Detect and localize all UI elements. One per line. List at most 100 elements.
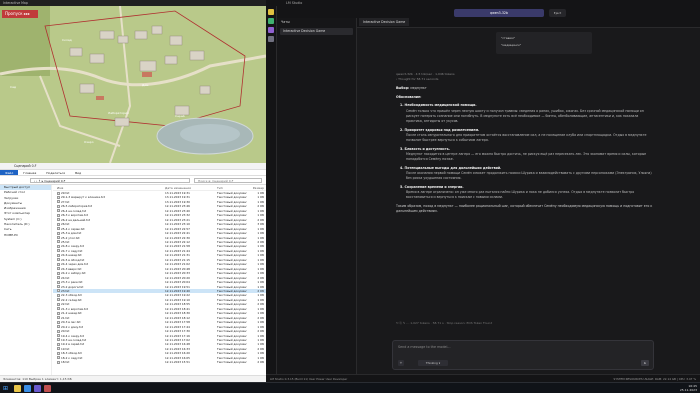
point-text: Медпункт находится в центре лагеря — его… — [406, 151, 647, 162]
point-text: Семён только что пришёл через лесную шах… — [406, 108, 644, 123]
lm-app-title: LM Studio — [286, 1, 303, 5]
code-line: "медицинск" — [501, 43, 522, 47]
eject-button[interactable]: Eject — [549, 9, 566, 17]
text-file-icon — [57, 293, 60, 297]
address-bar[interactable]: ‹ › ↑ ▸ Сценарий 0.F — [30, 178, 190, 183]
explorer-title: Сценарий 0.F — [0, 163, 266, 170]
file-name-text: 18-3 обход.txt — [61, 351, 82, 356]
text-file-icon — [57, 307, 60, 311]
column-type[interactable]: Тип — [217, 185, 247, 190]
explorer-status: Элементов: 110 Выбран 1 элемент: 1,15 КБ — [0, 375, 266, 382]
navigation-pane: Быстрый доступ Рабочий стол Загрузки Док… — [0, 185, 52, 375]
text-file-icon — [57, 285, 60, 289]
text-file-icon — [57, 311, 60, 315]
ribbon-tab-view[interactable]: Вид — [70, 170, 86, 175]
skip-banner[interactable]: Пропуск ▸▸▸ — [2, 10, 38, 18]
text-file-icon — [57, 280, 60, 284]
models-icon[interactable] — [268, 27, 274, 33]
file-name-text: 26.txt — [61, 222, 70, 227]
text-file-icon — [57, 195, 60, 199]
text-file-icon — [57, 267, 60, 271]
text-file-icon — [57, 329, 60, 333]
ribbon-tab-share[interactable]: Поделиться — [41, 170, 70, 175]
file-name-text: 25-4 к сараю.txt — [61, 226, 85, 231]
model-selector[interactable]: qwen3-32b — [454, 9, 544, 17]
message-actions[interactable]: ↻ ⎘ ✎ ⋯ 1,027 tokens · 58.71 s · Stop re… — [396, 321, 492, 325]
browser-icon[interactable] — [24, 385, 31, 392]
lm-studio-window: LM Studio Чаты Interactive Decision Game… — [266, 0, 700, 382]
send-button[interactable]: ➤ — [641, 360, 649, 366]
map-label-2: Лаборатория — [108, 111, 129, 115]
file-name-text: 29-1-3 маршрут к клинике.txt — [61, 195, 105, 200]
file-name-text: 19-3 на склад.txt — [61, 337, 87, 342]
lm-status-bar: LM Studio 0.3.15 (Build 11) User Power U… — [266, 374, 700, 382]
text-file-icon — [57, 218, 60, 222]
column-name[interactable]: Имя — [53, 185, 165, 190]
file-name-text: 24.txt — [61, 275, 70, 280]
column-date[interactable]: Дата изменения — [165, 185, 217, 190]
game-map[interactable]: Озеро Лаборатория Склад Дом Сарай Сад — [0, 6, 266, 163]
column-size[interactable]: Размер — [247, 185, 266, 190]
ribbon-tab-home[interactable]: Главная — [18, 170, 41, 175]
file-name-text: 24-5 в обход.txt — [61, 257, 85, 262]
clock-date: 25.11.2023 — [679, 388, 697, 393]
text-file-icon — [57, 209, 60, 213]
file-name-text: 26-3 к воротам.txt — [61, 213, 88, 218]
text-file-icon — [57, 244, 60, 248]
file-name-text: 18-2 к саду.txt — [61, 355, 83, 360]
developer-icon[interactable] — [268, 18, 274, 24]
ribbon-tab-file[interactable]: Файл — [0, 170, 19, 175]
tab-chat[interactable]: Interactive Decision Game — [359, 18, 409, 26]
map-label-6: Сад — [10, 85, 16, 89]
attach-button[interactable]: + — [398, 360, 404, 366]
file-name-text: 23-3 к реке.txt — [61, 280, 83, 285]
text-file-icon — [57, 240, 60, 244]
start-icon[interactable]: ⊞ — [2, 385, 9, 392]
file-name-text: 24-2 к забору.txt — [61, 271, 86, 276]
text-file-icon — [57, 298, 60, 302]
file-name: 18.txt — [53, 360, 165, 364]
input-placeholder[interactable]: Send a message to the model... — [398, 345, 451, 349]
address-row: ‹ › ↑ ▸ Сценарий 0.F Поиск в: Сценарий 0… — [0, 176, 266, 185]
tab-bar: Interactive Decision Game — [357, 18, 700, 26]
search-input[interactable]: Поиск в: Сценарий 0.F — [194, 178, 262, 183]
file-row[interactable]: 18.txt 12.11.2023 15:51 Текстовый документ… — [53, 360, 266, 364]
text-file-icon — [57, 200, 60, 204]
text-file-icon — [57, 302, 60, 306]
map-label-1: Озеро — [84, 140, 94, 144]
chat-list: Чаты Interactive Decision Game — [277, 18, 357, 382]
chat-input[interactable]: Send a message to the model... + Thinkin… — [392, 340, 654, 370]
text-file-icon — [57, 222, 60, 226]
folder-icon[interactable] — [14, 385, 21, 392]
map-window: Interactive Map Озеро Лаборатория Склад … — [0, 0, 266, 163]
code-block: "ставим" "медицинск" — [496, 32, 592, 54]
file-name-text: 20.txt — [61, 329, 70, 334]
text-file-icon — [57, 338, 60, 342]
file-name-text: 24-6 назад.txt — [61, 253, 82, 258]
file-name-text: 21.txt — [61, 315, 70, 320]
lm-studio-icon[interactable] — [34, 385, 41, 392]
text-file-icon — [57, 325, 60, 329]
taskbar: ⊞ 16:45 25.11.2023 — [0, 382, 700, 393]
game-icon[interactable] — [44, 385, 51, 392]
map-label-4: Дом — [142, 83, 148, 87]
chat-icon[interactable] — [268, 9, 274, 15]
file-name-text: 18.txt — [61, 360, 70, 365]
nav-item[interactable]: HOME-PC — [0, 233, 51, 238]
code-line: "ставим" — [501, 36, 515, 40]
thinking-toggle[interactable]: Thinking ▾ — [418, 360, 448, 366]
text-file-icon — [57, 253, 60, 257]
text-file-icon — [57, 356, 60, 360]
text-file-icon — [57, 360, 60, 364]
text-file-icon — [57, 231, 60, 235]
file-name-text: 26-5 лаборатория.txt — [61, 204, 93, 209]
point-text: После оказания первой помощи Семён сможе… — [406, 171, 652, 181]
text-file-icon — [57, 316, 60, 320]
point-text: Время в лагере ограничено: он уже много … — [406, 190, 635, 200]
text-file-icon — [57, 249, 60, 253]
text-file-icon — [57, 342, 60, 346]
clock[interactable]: 16:45 25.11.2023 — [680, 384, 697, 392]
search-icon[interactable] — [268, 36, 274, 42]
chat-item[interactable]: Interactive Decision Game — [280, 28, 353, 35]
lm-sidebar — [266, 6, 277, 382]
